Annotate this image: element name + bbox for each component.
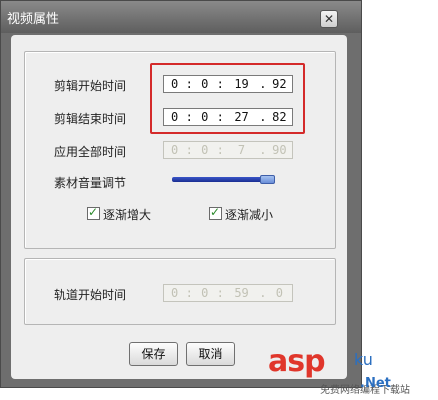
fade-out-checkbox[interactable]: ✓ <box>209 205 222 220</box>
watermark-logo: asp ku 免费网络编程下载站 .Net <box>262 344 438 400</box>
time-separator: : <box>216 143 224 157</box>
apply-all-minutes: 0 <box>201 143 209 157</box>
time-separator: : <box>185 143 193 157</box>
clip-start-label: 剪辑开始时间 <box>54 79 127 93</box>
watermark-ku: ku <box>354 350 373 369</box>
fade-in-label[interactable]: 逐渐增大 <box>103 206 151 223</box>
fade-in-checkbox[interactable]: ✓ <box>87 205 100 220</box>
check-icon: ✓ <box>88 205 99 219</box>
time-separator: . <box>259 286 267 300</box>
track-start-label: 轨道开始时间 <box>54 288 127 302</box>
track-start-frames: 0 <box>275 286 283 300</box>
watermark-net: .Net <box>360 376 391 391</box>
dialog-title: 视频属性 <box>7 12 60 27</box>
volume-slider-handle[interactable] <box>259 175 275 184</box>
watermark-brand: asp <box>268 344 326 379</box>
apply-all-hours: 0 <box>171 143 179 157</box>
close-icon: ✕ <box>323 12 335 26</box>
check-icon: ✓ <box>210 205 221 219</box>
highlight-box <box>150 63 305 134</box>
apply-all-frames: 90 <box>272 143 287 157</box>
fade-out-label[interactable]: 逐渐减小 <box>225 206 273 223</box>
time-separator: . <box>259 143 267 157</box>
title-bar[interactable]: 视频属性 ✕ <box>1 1 361 33</box>
close-button[interactable]: ✕ <box>320 10 338 28</box>
track-start-hours: 0 <box>171 286 179 300</box>
track-start-minutes: 0 <box>201 286 209 300</box>
cancel-button[interactable]: 取消 <box>186 342 235 366</box>
save-button[interactable]: 保存 <box>129 342 178 366</box>
volume-label: 素材音量调节 <box>54 176 127 190</box>
volume-slider[interactable] <box>172 177 272 182</box>
clip-end-label: 剪辑结束时间 <box>54 112 127 126</box>
time-separator: : <box>216 286 224 300</box>
apply-all-label: 应用全部时间 <box>54 145 127 159</box>
apply-all-seconds: 7 <box>237 143 246 157</box>
apply-all-time-input: 0:0:7. 90 <box>163 141 293 159</box>
track-start-seconds: 59 <box>234 286 249 300</box>
time-separator: : <box>185 286 193 300</box>
track-start-time-input: 0:0:59. 0 <box>163 284 293 302</box>
